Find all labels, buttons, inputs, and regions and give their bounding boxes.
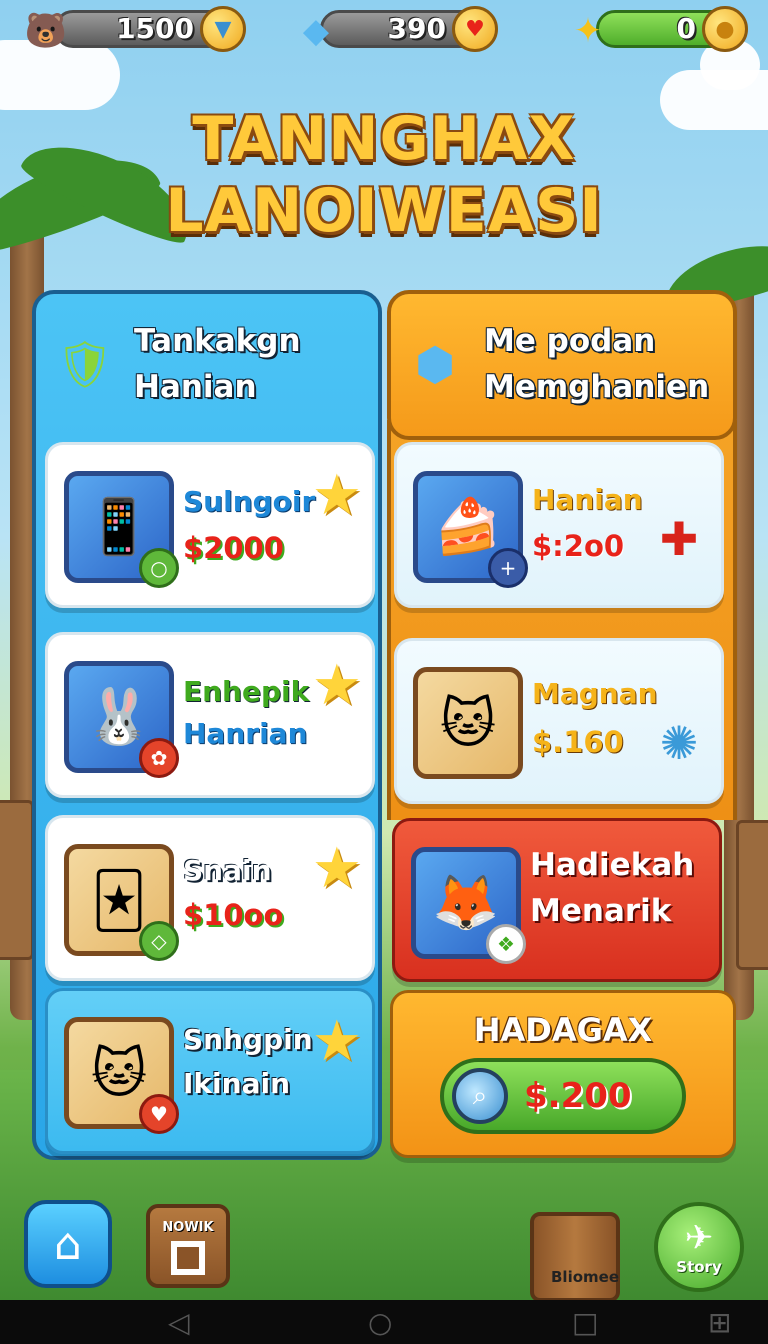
item-price: $:2o0 [532, 529, 625, 563]
plus-badge-icon: + [488, 548, 528, 588]
gift-badge-icon: ❖ [486, 924, 526, 964]
flower-badge-icon: ✿ [139, 738, 179, 778]
item-name-line1: Snhgpin [183, 1023, 313, 1056]
currency-coins: 🐻 1500 ▼ [20, 6, 246, 52]
cat-pet-icon: 🐱 ♥ [64, 1017, 179, 1134]
gem-badge-icon: ◇ [139, 921, 179, 961]
item-name-line2: Menarik [530, 893, 672, 929]
gold-nugget-icon: ✦ [573, 11, 603, 51]
magnifier-icon: ⌕ [452, 1068, 508, 1124]
item-name: Snain [183, 854, 272, 887]
gold-coin-icon[interactable]: ● [702, 6, 748, 52]
blue-gem-icon: ◆ [302, 11, 330, 51]
phone-item-icon: 📱 ○ [64, 471, 179, 588]
cake-item-icon: 🍰 + [413, 471, 528, 588]
card-item-icon: 🃏 ◇ [64, 844, 179, 961]
buy-promo-button[interactable]: ⌕ $.200 [440, 1058, 686, 1134]
shop-item-card[interactable]: 📱 ○ Sulngoir $2000 ★ [45, 442, 375, 608]
hexagon-gem-icon: ⬢ [414, 337, 456, 391]
shop-item-card[interactable]: 🦊 ❖ Hadiekah Menarik [392, 818, 722, 982]
item-price: $.160 [532, 725, 624, 759]
wooden-barrel [0, 800, 34, 960]
currency-value: 1500 [116, 12, 194, 45]
item-name-line1: Hadiekah [530, 847, 695, 883]
bunny-pet-icon: 🐰 ✿ [64, 661, 179, 778]
item-name: Hanian [532, 483, 643, 516]
promo-title: HADAGAX [473, 1011, 653, 1049]
back-icon[interactable]: ◁ [168, 1306, 190, 1339]
bliomee-button[interactable] [530, 1212, 620, 1302]
game-title-line1: TANNGHAX [192, 104, 576, 174]
fox-pet-icon: 🦊 ❖ [411, 847, 526, 964]
story-icon: ✈ [684, 1218, 714, 1258]
square-icon [171, 1240, 205, 1275]
shop-item-card[interactable]: 🐱 ♥ Snhgpin Ikinain ★ [45, 988, 375, 1154]
star-icon: ★ [311, 836, 362, 901]
star-icon: ★ [311, 463, 362, 528]
item-name-line2: Hanrian [183, 717, 308, 750]
currency-value: 390 [387, 12, 446, 45]
right-panel-header: ⬢ Me podan Memghanien [400, 318, 709, 410]
heart-coin-icon[interactable]: ♥ [452, 6, 498, 52]
item-price: $2000 [183, 531, 284, 565]
shield-check-icon: 🛡 [55, 336, 115, 391]
star-icon: ★ [311, 653, 362, 718]
shop-item-card[interactable]: 🐰 ✿ Enhepik Hanrian ★ [45, 632, 375, 798]
gamepad-icon[interactable]: ⊞ [708, 1306, 731, 1339]
shop-item-card[interactable]: 🐱 Magnan $.160 ✺ [394, 638, 724, 804]
bliomee-label: Bliomee [551, 1268, 619, 1286]
left-panel-title-line1: Tankakgn [134, 323, 301, 359]
system-navigation-bar: ◁ ○ □ ⊞ [0, 1300, 768, 1344]
item-price: $10oo [183, 898, 284, 932]
nowik-label: NOWIK [162, 1219, 214, 1235]
currency-gems: ◆ 390 ♥ [290, 6, 498, 52]
right-panel-title-line2: Memghanien [484, 369, 710, 405]
story-label: Story [676, 1258, 722, 1276]
cat-pet-icon: 🐱 [413, 667, 523, 779]
promo-price: $.200 [524, 1076, 632, 1116]
story-button[interactable]: ✈ Story [654, 1202, 744, 1292]
heart-badge-icon: ♥ [139, 1094, 179, 1134]
search-badge-icon: ○ [139, 548, 179, 588]
item-name: Sulngoir [183, 485, 316, 518]
home-button[interactable]: ⌂ [24, 1200, 112, 1288]
item-name: Magnan [532, 677, 658, 710]
right-panel-title-line1: Me podan [484, 323, 656, 359]
currency-gold: ✦ 0 ● [562, 6, 748, 52]
home-circle-icon[interactable]: ○ [368, 1306, 392, 1339]
left-panel-header: 🛡 Tankakgn Hanian [50, 318, 301, 410]
diamond-coin-icon[interactable]: ▼ [200, 6, 246, 52]
game-title-line2: LANOIWEASI [165, 176, 603, 246]
star-icon: ★ [311, 1009, 362, 1074]
item-name-line2: Ikinain [183, 1067, 290, 1100]
item-name-line1: Enhepik [183, 675, 310, 708]
currency-value: 0 [676, 12, 696, 45]
home-icon: ⌂ [54, 1218, 82, 1270]
wooden-barrel [736, 820, 768, 970]
recents-icon[interactable]: □ [572, 1306, 598, 1339]
shop-item-card[interactable]: 🍰 + Hanian $:2o0 ✚ [394, 442, 724, 608]
blue-badge-icon: ✺ [659, 716, 699, 770]
red-puzzle-gem-icon: ✚ [659, 512, 699, 566]
nowik-button[interactable]: NOWIK [146, 1204, 230, 1288]
shop-item-card[interactable]: 🃏 ◇ Snain $10oo ★ [45, 815, 375, 981]
bear-icon: 🐻 [24, 11, 68, 51]
left-panel-title-line2: Hanian [134, 369, 257, 405]
